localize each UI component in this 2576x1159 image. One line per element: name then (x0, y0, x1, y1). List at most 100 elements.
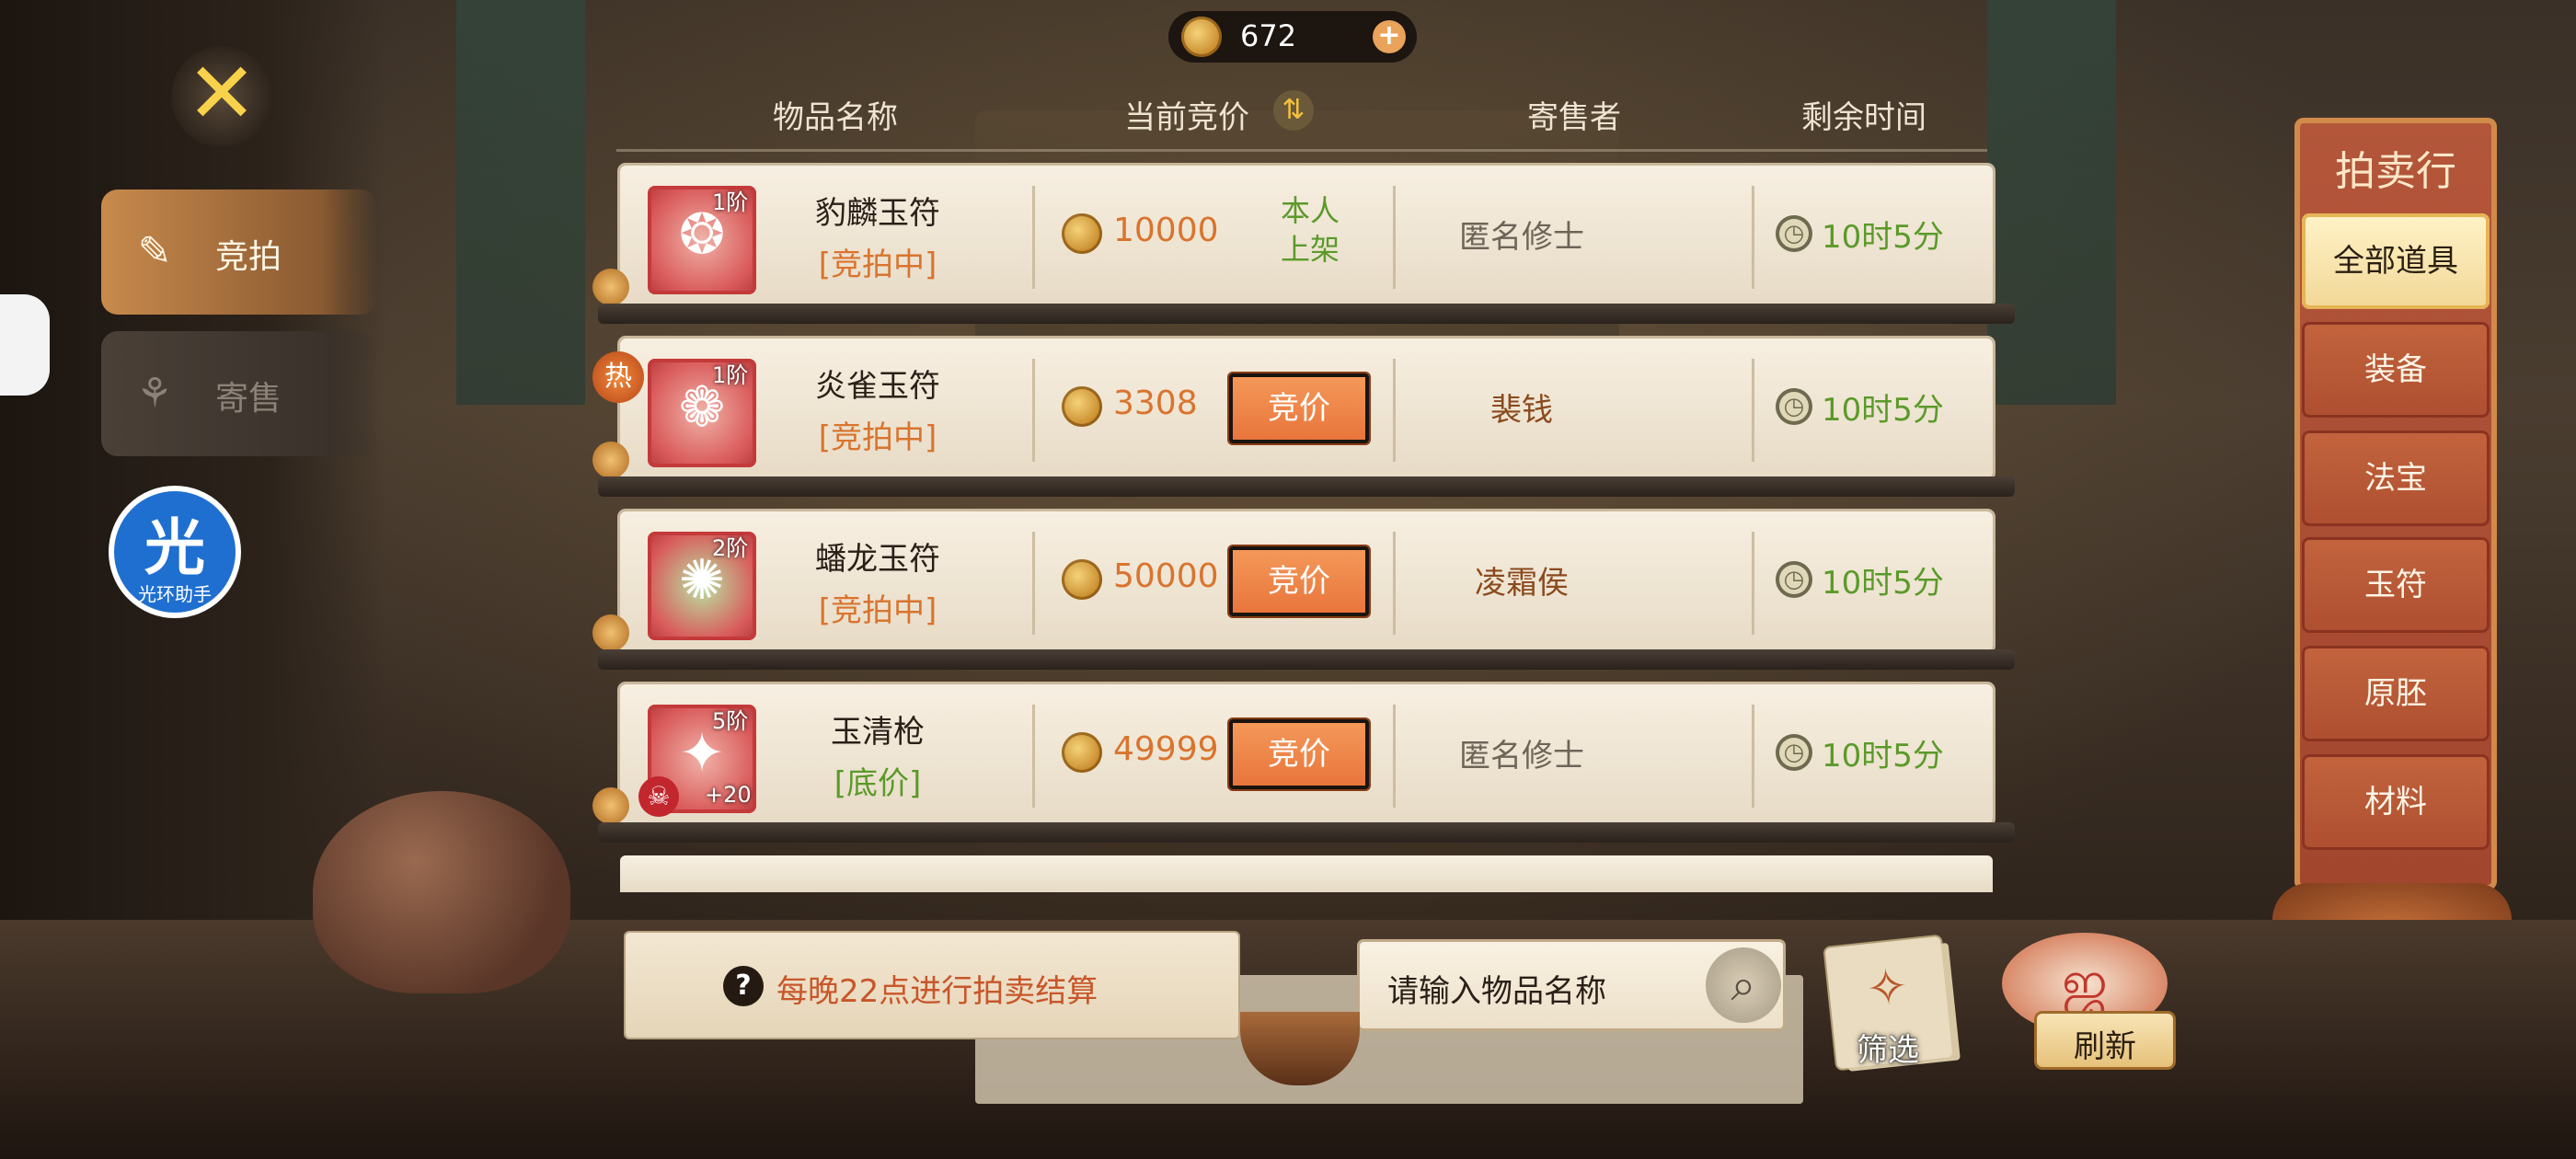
pillar-decoration (1987, 0, 2116, 405)
money-bag-icon (592, 269, 629, 305)
skull-icon: ☠ (638, 776, 679, 817)
remaining-time: 10时5分 (1822, 392, 1944, 429)
coin-icon (1181, 17, 1222, 57)
sort-icon[interactable]: ⇅ (1273, 90, 1314, 131)
shelf-decoration (598, 304, 2015, 324)
item-name: 豹麟玉符 (815, 195, 940, 232)
auction-row[interactable]: ✦ 5阶 +20 ☠ 玉清枪 [底价] 49999 竞价 匿名修士 ◷ 10时5… (592, 684, 1993, 824)
floating-pet-decoration (0, 294, 50, 396)
coin-icon (1062, 386, 1102, 427)
teapot-decoration (313, 791, 570, 993)
own-listing-label: 本人 上架 (1255, 191, 1365, 269)
item-tier: 1阶 (712, 189, 749, 215)
consign-icon: ⚘ (136, 370, 173, 417)
seller-name: 裴钱 (1490, 392, 1553, 429)
seller-name: 匿名修士 (1459, 219, 1584, 256)
settlement-notice: ? 每晚22点进行拍卖结算 (626, 933, 1238, 1038)
item-icon-jade-charm[interactable]: ❁ 1阶 (648, 359, 756, 467)
seller-name: 凌霜侯 (1475, 565, 1569, 602)
item-icon-jade-charm[interactable]: ❂ 1阶 (648, 186, 756, 294)
auction-row[interactable]: ❂ 1阶 豹麟玉符 [竞拍中] 10000 本人 上架 匿名修士 ◷ 10时5分 (592, 166, 1993, 305)
currency-bar: 672 + (1168, 11, 1417, 63)
auction-row-partial (620, 855, 1993, 892)
item-status: [底价] (834, 765, 922, 802)
item-icon-spear[interactable]: ✦ 5阶 +20 ☠ (638, 705, 756, 817)
item-name: 玉清枪 (831, 714, 925, 751)
remaining-time: 10时5分 (1822, 738, 1944, 775)
hot-badge-icon: 热 (592, 351, 644, 403)
item-tier: 2阶 (712, 535, 749, 561)
panel-title: 拍卖行 (2335, 148, 2456, 195)
refresh-button[interactable]: 刷新 (2037, 1014, 2173, 1067)
category-all-items[interactable]: 全部道具 (2302, 213, 2490, 309)
column-header-time: 剩余时间 (1801, 99, 1926, 136)
auction-row[interactable]: ✺ 2阶 蟠龙玉符 [竞拍中] 50000 竞价 凌霜侯 ◷ 10时5分 (592, 511, 1993, 651)
money-bag-icon (592, 442, 629, 478)
current-bid: 50000 (1113, 557, 1219, 595)
tab-auction[interactable]: ✎ 竞拍 (101, 189, 377, 315)
enhance-level: +20 (705, 782, 752, 808)
shelf-decoration (598, 476, 2015, 497)
auction-icon: ✎ (137, 228, 172, 275)
bid-button[interactable]: 竞价 (1229, 546, 1369, 616)
category-treasure[interactable]: 法宝 (2302, 430, 2490, 526)
bid-button[interactable]: 竞价 (1229, 719, 1369, 789)
column-header-seller: 寄售者 (1527, 99, 1621, 136)
bid-button[interactable]: 竞价 (1229, 373, 1369, 443)
auction-row[interactable]: ❁ 1阶 热 炎雀玉符 [竞拍中] 3308 竞价 裴钱 ◷ 10时5分 (592, 339, 1993, 478)
divider (1032, 359, 1035, 462)
remaining-time: 10时5分 (1822, 565, 1944, 602)
filter-button[interactable]: 筛选 (1857, 1025, 1919, 1070)
auction-house-scene: 672 + ✕ ✎ 竞拍 ⚘ 寄售 光 光环助手 物品名称 当前竞价 ⇅ 寄售者… (0, 0, 2576, 1159)
own-listing-line-1: 本人 (1280, 193, 1340, 228)
seller-name: 匿名修士 (1459, 738, 1584, 775)
tab-consign-label: 寄售 (215, 380, 282, 418)
item-status: [竞拍中] (818, 419, 937, 456)
item-name: 炎雀玉符 (815, 368, 940, 405)
column-header-name: 物品名称 (773, 99, 898, 136)
pillar-decoration (456, 0, 585, 405)
header-divider (616, 149, 1987, 152)
currency-amount: 672 (1240, 18, 1297, 53)
plus-icon[interactable]: + (1373, 20, 1406, 53)
category-jade-charm[interactable]: 玉符 (2302, 537, 2490, 633)
current-bid: 49999 (1113, 730, 1219, 768)
item-tier: 1阶 (712, 362, 749, 388)
divider (1032, 705, 1035, 808)
search-icon[interactable]: ⌕ (1706, 947, 1781, 1023)
category-equipment[interactable]: 装备 (2302, 322, 2490, 418)
divider (1752, 359, 1754, 462)
divider (1032, 532, 1035, 635)
coin-icon (1062, 213, 1102, 254)
search-placeholder: 请输入物品名称 (1387, 973, 1606, 1010)
remaining-time: 10时5分 (1822, 219, 1944, 256)
category-materials[interactable]: 材料 (2302, 754, 2490, 850)
clock-icon: ◷ (1776, 215, 1812, 252)
refresh-label: 刷新 (2074, 1028, 2136, 1065)
divider (1752, 705, 1754, 808)
refresh-glyph: ஜ (2061, 949, 2109, 1014)
notice-text: 每晚22点进行拍卖结算 (776, 973, 1098, 1010)
column-header-price: 当前竞价 (1124, 99, 1249, 136)
tab-consign[interactable]: ⚘ 寄售 (101, 331, 377, 456)
clock-icon: ◷ (1776, 734, 1812, 771)
current-bid: 10000 (1113, 212, 1219, 249)
item-status: [竞拍中] (818, 592, 937, 629)
item-status: [竞拍中] (818, 247, 937, 283)
search-input[interactable]: 请输入物品名称 ⌕ (1360, 942, 1783, 1028)
helper-small-text: 光环助手 (138, 583, 212, 605)
divider (1032, 186, 1035, 289)
clock-icon: ◷ (1776, 561, 1812, 598)
question-icon[interactable]: ? (723, 966, 764, 1006)
helper-big-text: 光 (144, 512, 205, 583)
category-embryo[interactable]: 原胚 (2302, 646, 2490, 741)
item-tier: 5阶 (712, 708, 749, 734)
tab-auction-label: 竞拍 (215, 238, 282, 276)
close-icon[interactable]: ✕ (171, 46, 272, 147)
item-icon-jade-charm[interactable]: ✺ 2阶 (648, 532, 756, 640)
helper-assistant-icon[interactable]: 光 光环助手 (109, 486, 241, 618)
current-bid: 3308 (1113, 384, 1198, 422)
money-bag-icon (592, 787, 629, 824)
coin-icon (1062, 559, 1102, 600)
divider (1752, 532, 1754, 635)
